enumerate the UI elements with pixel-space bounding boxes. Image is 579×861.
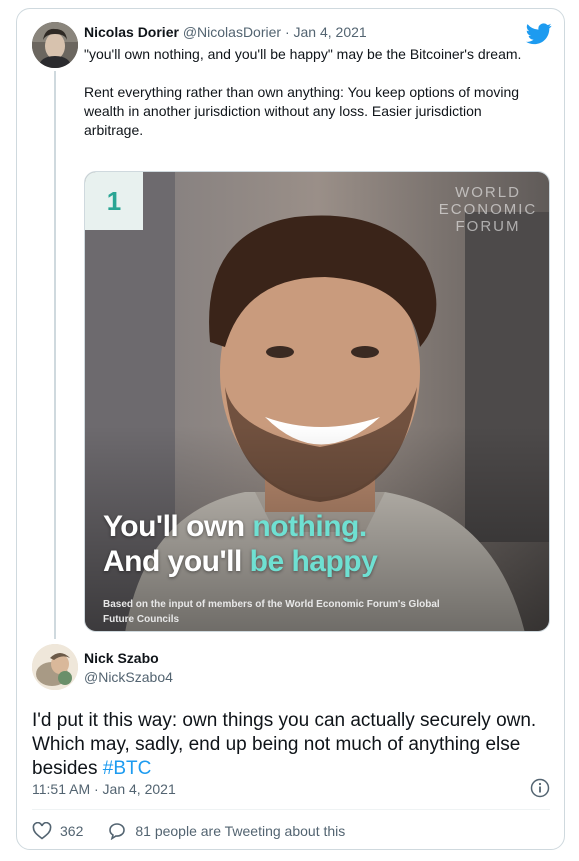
divider bbox=[32, 809, 550, 810]
heart-icon bbox=[32, 822, 52, 840]
avatar[interactable] bbox=[32, 644, 78, 690]
quoted-tweet-paragraph-1: "you'll own nothing, and you'll be happy… bbox=[84, 46, 522, 62]
media-badge-number: 1 bbox=[85, 172, 143, 230]
separator-dot: · bbox=[284, 24, 290, 40]
quoted-tweet-paragraph-2: Rent everything rather than own anything… bbox=[84, 84, 523, 138]
tweet-timestamp[interactable]: 11:51 AM · Jan 4, 2021 bbox=[32, 781, 176, 797]
thread-connector-line bbox=[54, 71, 56, 639]
tweet-text: I'd put it this way: own things you can … bbox=[32, 709, 552, 781]
headline-highlight: be happy bbox=[249, 545, 378, 578]
like-button[interactable]: 362 bbox=[32, 822, 83, 840]
headline-text: You'll own bbox=[103, 510, 253, 543]
avatar[interactable] bbox=[32, 22, 78, 68]
tweet-embed-card: Nicolas Dorier @NicolasDorier · Jan 4, 2… bbox=[16, 8, 565, 850]
like-count: 362 bbox=[60, 823, 84, 839]
headline-text: And you'll bbox=[103, 545, 250, 578]
conversation-button[interactable]: 81 people are Tweeting about this bbox=[107, 822, 345, 840]
tweet-actions: 362 81 people are Tweeting about this bbox=[32, 820, 345, 842]
conversation-text: 81 people are Tweeting about this bbox=[135, 823, 346, 839]
tweet-date[interactable]: Jan 4, 2021 bbox=[294, 24, 367, 40]
media-headline-line-2: And you'll be happy bbox=[103, 545, 378, 579]
wef-watermark-logo: WORLD ECONOMIC FORUM bbox=[433, 184, 543, 235]
info-icon[interactable] bbox=[530, 778, 550, 798]
twitter-bird-icon[interactable] bbox=[526, 23, 552, 45]
author-handle[interactable]: @NicolasDorier bbox=[183, 24, 281, 40]
quoted-tweet-header: Nicolas Dorier @NicolasDorier · Jan 4, 2… bbox=[84, 24, 367, 40]
media-caption: Based on the input of members of the Wor… bbox=[103, 599, 440, 625]
speech-bubble-icon bbox=[109, 823, 126, 840]
wef-logo-line: ECONOMIC bbox=[438, 201, 538, 218]
media-headline-line-1: You'll own nothing. bbox=[103, 510, 367, 544]
headline-highlight: nothing. bbox=[252, 510, 367, 543]
author-handle[interactable]: @NickSzabo4 bbox=[84, 669, 173, 685]
tweet-media-image[interactable]: 1 WORLD ECONOMIC FORUM You'll own nothin… bbox=[84, 171, 550, 632]
wef-logo-line: FORUM bbox=[455, 218, 521, 235]
author-name[interactable]: Nicolas Dorier bbox=[84, 24, 179, 40]
hashtag-link[interactable]: #BTC bbox=[103, 758, 152, 779]
quoted-tweet-text: "you'll own nothing, and you'll be happy… bbox=[84, 45, 524, 140]
author-name[interactable]: Nick Szabo bbox=[84, 650, 159, 666]
wef-logo-line: WORLD bbox=[455, 184, 521, 201]
